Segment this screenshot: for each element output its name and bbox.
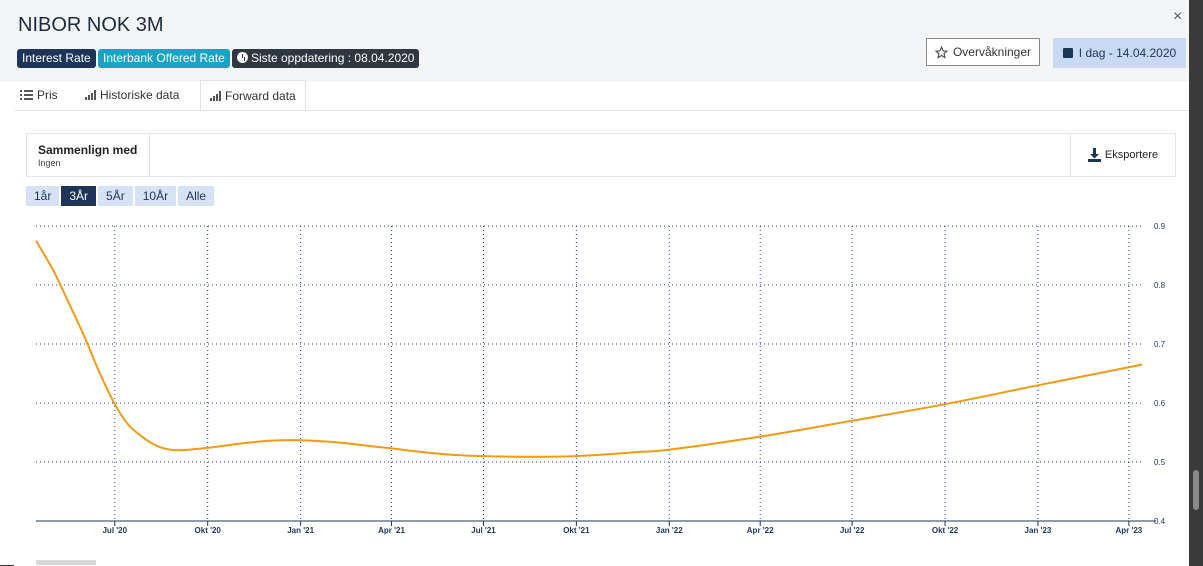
list-icon — [20, 90, 33, 100]
x-tick-label: Jul '22 — [840, 526, 865, 535]
compare-label: Sammenlign med — [38, 143, 138, 157]
x-tick-label: Jan '23 — [1025, 526, 1052, 535]
compare-dropdown[interactable]: Sammenlign med Ingen — [27, 134, 150, 176]
forward-data-modal: NIBOR NOK 3M Interest Rate Interbank Off… — [0, 0, 1189, 566]
page-title: NIBOR NOK 3M — [18, 14, 164, 36]
clock-icon — [237, 52, 248, 63]
date-label: I dag - 14.04.2020 — [1078, 46, 1177, 60]
forward-rate-line — [35, 240, 1143, 458]
compare-value: Ingen — [38, 158, 61, 168]
updated-badge: Siste oppdatering : 08.04.2020 — [232, 49, 420, 68]
range-10y-button[interactable]: 10År — [134, 186, 177, 206]
x-tick-label: Okt '22 — [932, 526, 959, 535]
watch-label: Overvåkninger — [952, 45, 1032, 59]
x-tick-label: Jan '22 — [656, 526, 683, 535]
tab-bar: Pris Historiske data Forward data — [0, 80, 1189, 110]
tab-pris[interactable]: Pris — [20, 80, 58, 110]
category-badge: Interbank Offered Rate — [98, 49, 230, 68]
bar-chart-icon — [210, 90, 221, 101]
tab-forward-data[interactable]: Forward data — [200, 80, 306, 110]
range-1y-button[interactable]: 1år — [26, 186, 60, 206]
forward-curve-chart: 0.40.50.60.70.80.9Jul '20 Okt '20 Jan '21 A… — [35, 222, 1166, 535]
export-label: Eksportere — [1104, 149, 1159, 161]
tab-label: Pris — [37, 88, 58, 102]
tab-label: Forward data — [225, 88, 296, 103]
x-tick-label: Okt '21 — [563, 526, 590, 535]
y-tick-label: 0.5 — [1154, 458, 1166, 467]
x-tick-label: Apr '21 — [378, 526, 405, 535]
range-all-button[interactable]: Alle — [178, 186, 215, 206]
range-selector: 1år 3År 5År 10År Alle — [26, 186, 215, 206]
close-icon[interactable]: × — [1173, 8, 1182, 26]
x-tick-label: Jul '21 — [471, 526, 496, 535]
x-tick-label: Okt '20 — [195, 526, 222, 535]
x-tick-label: Apr '23 — [1115, 526, 1142, 535]
compare-toolbar: Sammenlign med Ingen Eksportere — [26, 133, 1176, 177]
x-tick-label: Jan '21 — [287, 526, 314, 535]
range-5y-button[interactable]: 5År — [98, 186, 133, 206]
tab-historiske-data[interactable]: Historiske data — [85, 80, 179, 110]
export-button[interactable]: Eksportere — [1070, 134, 1175, 176]
y-tick-label: 0.8 — [1154, 281, 1166, 290]
y-tick-label: 0.9 — [1154, 222, 1166, 231]
watch-button[interactable]: Overvåkninger — [926, 38, 1040, 66]
modal-header: NIBOR NOK 3M Interest Rate Interbank Off… — [0, 0, 1189, 82]
tab-label: Historiske data — [100, 88, 180, 102]
calendar-icon — [1062, 48, 1073, 58]
y-tick-label: 0.6 — [1154, 399, 1166, 408]
type-badge: Interest Rate — [17, 49, 96, 68]
navigator-handle[interactable] — [36, 560, 96, 565]
x-tick-label: Apr '22 — [747, 526, 774, 535]
range-3y-button[interactable]: 3År — [61, 186, 97, 206]
x-tick-label: Jul '20 — [102, 526, 127, 535]
date-button[interactable]: I dag - 14.04.2020 — [1053, 38, 1186, 68]
bar-chart-icon — [85, 90, 96, 100]
y-tick-label: 0.7 — [1154, 340, 1166, 349]
updated-text: Siste oppdatering : 08.04.2020 — [251, 51, 415, 65]
download-icon — [1087, 148, 1101, 162]
star-icon — [934, 45, 948, 59]
scrollbar-thumb[interactable] — [1193, 470, 1199, 510]
